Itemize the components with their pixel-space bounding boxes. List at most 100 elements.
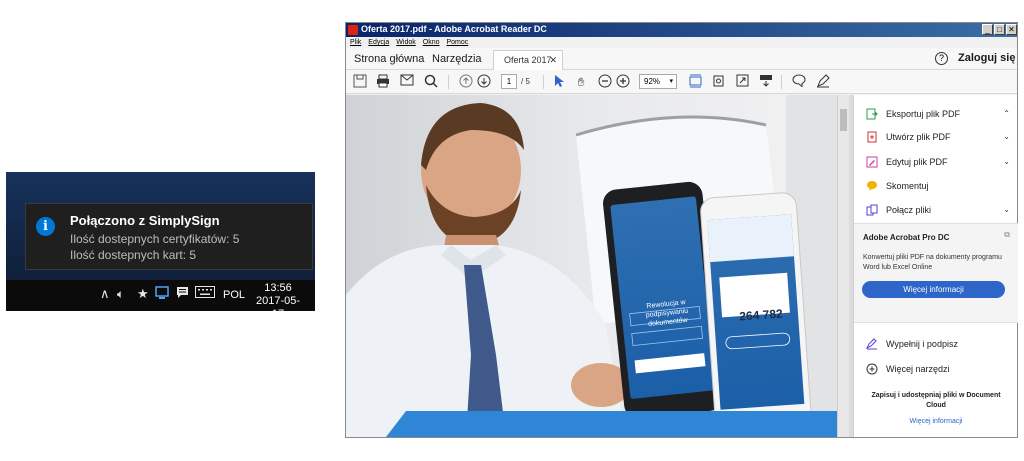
document-cloud-footer: Zapisuj i udostępniaj pliki w Document C…: [854, 391, 1018, 425]
read-mode-icon[interactable]: [758, 74, 774, 90]
next-page-icon[interactable]: [476, 74, 492, 90]
clock-time: 13:56: [264, 282, 292, 294]
notification-toast[interactable]: i Połączono z SimplySign Ilość dostepnyc…: [25, 203, 313, 270]
toolbar: 1 / 5 ✋︎ 92% ▾: [346, 70, 1017, 94]
zoom-in-icon[interactable]: [615, 74, 631, 90]
maximize-button[interactable]: □: [994, 24, 1005, 35]
tool-label: Połącz pliki: [886, 205, 932, 215]
previous-page-icon[interactable]: [458, 74, 474, 90]
acrobat-app-icon: [348, 25, 358, 35]
document-viewport[interactable]: Rewolucja w podpisywaniu dokumentów 264 …: [346, 95, 837, 437]
tab-home[interactable]: Strona główna: [354, 53, 424, 65]
email-icon[interactable]: [399, 74, 415, 90]
info-icon: i: [36, 217, 55, 236]
tool-label: Skomentuj: [886, 181, 929, 191]
toolbar-separator: [448, 75, 449, 89]
clock-date: 2017-05-17: [255, 295, 301, 320]
network-icon[interactable]: [155, 286, 169, 304]
promo-title: Adobe Acrobat Pro DC: [863, 233, 950, 242]
full-screen-icon[interactable]: [734, 74, 750, 90]
search-icon[interactable]: [423, 74, 439, 90]
chevron-down-icon: ⌄: [1003, 132, 1010, 141]
comment-icon: [866, 180, 878, 192]
chevron-up-icon[interactable]: ∧: [100, 286, 110, 302]
create-pdf-icon: [866, 131, 878, 143]
close-tab-icon[interactable]: ✕: [549, 51, 557, 69]
tool-label: Utwórz plik PDF: [886, 132, 951, 142]
zoom-out-icon[interactable]: [597, 74, 613, 90]
taskbar-clock[interactable]: 13:56 2017-05-17: [250, 282, 306, 321]
tab-tools[interactable]: Narzędzia: [432, 53, 482, 65]
combine-files-icon: [866, 204, 878, 216]
tab-document[interactable]: Oferta 2017 ✕: [493, 50, 563, 70]
help-icon[interactable]: ?: [935, 52, 948, 65]
menu-plik[interactable]: Plik: [350, 39, 361, 46]
tool-label: Więcej narzędzi: [886, 364, 950, 374]
zoom-level-select[interactable]: 92% ▾: [639, 74, 677, 89]
chevron-down-icon: ▾: [669, 78, 673, 85]
title-bar: Oferta 2017.pdf - Adobe Acrobat Reader D…: [346, 23, 1017, 37]
taskbar: ∧ 🔈︎ ★ POL 13:56 2017-05-17: [6, 280, 315, 320]
plus-circle-icon: [866, 363, 878, 375]
page-number-input[interactable]: 1: [501, 74, 517, 89]
menu-bar: Plik Edycja Widok Okno Pomoc: [346, 37, 1017, 48]
more-info-button[interactable]: Więcej informacji: [862, 281, 1005, 298]
login-link[interactable]: Zaloguj się: [958, 52, 1015, 64]
comment-icon[interactable]: [791, 74, 807, 90]
menu-pomoc[interactable]: Pomoc: [446, 39, 468, 46]
input-language[interactable]: POL: [223, 289, 245, 301]
chevron-down-icon: ⌄: [1003, 205, 1010, 214]
vertical-scrollbar[interactable]: [837, 95, 849, 437]
star-icon[interactable]: ★: [137, 286, 149, 302]
menu-widok[interactable]: Widok: [396, 39, 415, 46]
tools-pane: Eksportuj plik PDF ⌃ Utwórz plik PDF ⌄ E…: [853, 95, 1018, 437]
notification-certificates: Ilość dostepnych certyfikatów: 5: [70, 232, 240, 246]
edit-pdf-icon: [866, 156, 878, 168]
windows-desktop: i Połączono z SimplySign Ilość dostepnyc…: [6, 172, 315, 320]
rotate-page-icon[interactable]: [710, 74, 726, 90]
keyboard-icon[interactable]: [195, 286, 215, 302]
tool-comment[interactable]: Skomentuj: [866, 177, 1014, 195]
fill-sign-pen-icon: [865, 338, 878, 350]
sign-pen-icon[interactable]: [815, 74, 831, 90]
tool-more-tools[interactable]: Więcej narzędzi: [866, 360, 1014, 378]
page-total: / 5: [521, 77, 530, 86]
tool-label: Eksportuj plik PDF: [886, 109, 961, 119]
toolbar-separator: [781, 75, 782, 89]
promo-copy: Konwertuj pliki PDF na dokumenty program…: [863, 254, 1002, 271]
hand-tool-icon[interactable]: ✋︎: [573, 74, 589, 90]
tab-bar: Strona główna Narzędzia Oferta 2017 ✕ ? …: [346, 48, 1017, 70]
footer-text: Zapisuj i udostępniaj pliki w Document C…: [871, 392, 1001, 409]
document-page-photo: Rewolucja w podpisywaniu dokumentów 264 …: [346, 95, 837, 437]
toolbar-separator: [543, 75, 544, 89]
notification-title: Połączono z SimplySign: [70, 213, 220, 228]
close-button[interactable]: ✕: [1006, 24, 1017, 35]
tool-export-pdf[interactable]: Eksportuj plik PDF ⌃: [866, 105, 1014, 123]
chevron-down-icon: ⌄: [1003, 157, 1010, 166]
tool-edit-pdf[interactable]: Edytuj plik PDF ⌄: [866, 153, 1014, 171]
print-icon[interactable]: [375, 74, 391, 90]
acrobat-window: Oferta 2017.pdf - Adobe Acrobat Reader D…: [345, 22, 1018, 438]
tool-create-pdf[interactable]: Utwórz plik PDF ⌄: [866, 128, 1014, 146]
tool-combine-files[interactable]: Połącz pliki ⌄: [866, 201, 1014, 219]
window-title: Oferta 2017.pdf - Adobe Acrobat Reader D…: [361, 24, 547, 34]
export-pdf-icon: [866, 108, 878, 120]
scrollbar-thumb[interactable]: [840, 109, 847, 131]
action-center-icon[interactable]: [176, 286, 189, 303]
minimize-button[interactable]: _: [982, 24, 993, 35]
zoom-level-value: 92%: [644, 77, 661, 86]
notification-cards: Ilość dostepnych kart: 5: [70, 248, 197, 262]
select-cursor-icon[interactable]: [551, 74, 567, 90]
document-tab-label: Oferta 2017: [504, 55, 552, 65]
speaker-icon[interactable]: 🔈︎: [117, 286, 124, 302]
menu-edycja[interactable]: Edycja: [368, 39, 389, 46]
promo-link-icon[interactable]: ⧉: [1004, 230, 1010, 240]
footer-more-info-link[interactable]: Więcej informacji: [854, 418, 1018, 425]
fit-page-icon[interactable]: [687, 74, 703, 90]
tool-label: Edytuj plik PDF: [886, 157, 948, 167]
save-icon[interactable]: [352, 74, 368, 90]
tool-label: Wypełnij i podpisz: [886, 339, 958, 349]
tool-fill-sign[interactable]: Wypełnij i podpisz: [865, 335, 1014, 353]
promo-box: Adobe Acrobat Pro DC ⧉ Konwertuj pliki P…: [854, 223, 1018, 323]
menu-okno[interactable]: Okno: [423, 39, 440, 46]
